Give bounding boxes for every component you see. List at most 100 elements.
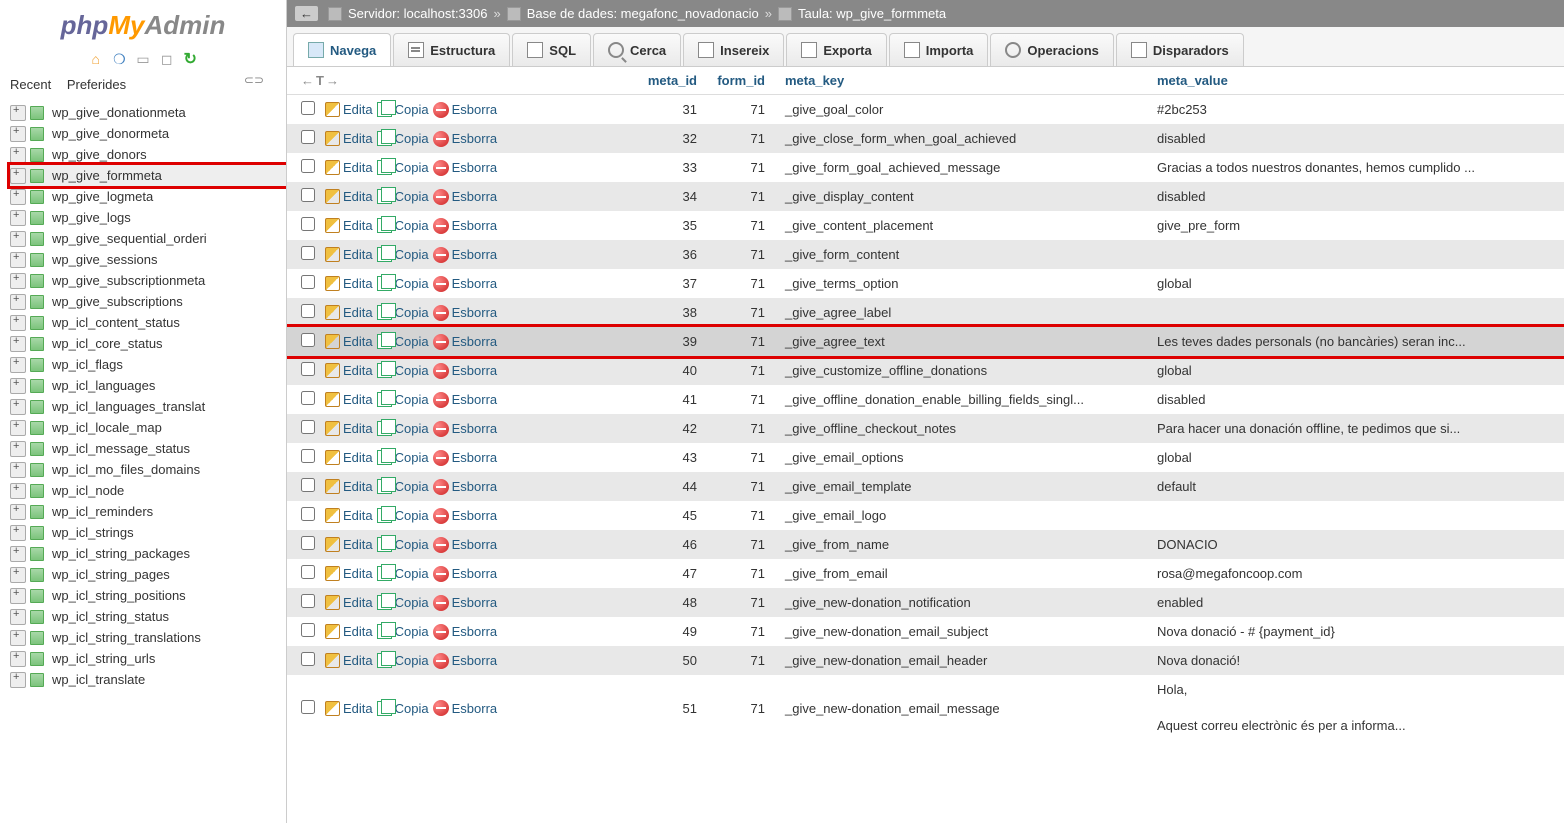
- breadcrumb-table[interactable]: Taula: wp_give_formmeta: [798, 6, 946, 21]
- copy-link[interactable]: Copia: [377, 624, 429, 639]
- edit-link[interactable]: Edita: [325, 363, 373, 378]
- row-checkbox[interactable]: [301, 217, 315, 231]
- row-checkbox[interactable]: [301, 159, 315, 173]
- tree-item[interactable]: wp_icl_core_status: [10, 333, 286, 354]
- tree-item[interactable]: wp_icl_message_status: [10, 438, 286, 459]
- row-checkbox[interactable]: [301, 652, 315, 666]
- row-checkbox[interactable]: [301, 333, 315, 347]
- settings-icon[interactable]: ◻: [159, 51, 175, 67]
- col-meta-key[interactable]: meta_key: [785, 73, 844, 88]
- row-checkbox[interactable]: [301, 304, 315, 318]
- tab-operations[interactable]: Operacions: [990, 33, 1114, 66]
- tree-item[interactable]: wp_icl_content_status: [10, 312, 286, 333]
- tree-item[interactable]: wp_icl_reminders: [10, 501, 286, 522]
- col-meta-value[interactable]: meta_value: [1157, 73, 1228, 88]
- tab-browse[interactable]: Navega: [293, 33, 391, 66]
- row-checkbox[interactable]: [301, 594, 315, 608]
- breadcrumb-database[interactable]: Base de dades: megafonc_novadonacio: [527, 6, 759, 21]
- copy-link[interactable]: Copia: [377, 653, 429, 668]
- tab-import[interactable]: Importa: [889, 33, 989, 66]
- tab-triggers[interactable]: Disparadors: [1116, 33, 1244, 66]
- delete-link[interactable]: Esborra: [433, 421, 498, 437]
- tree-item[interactable]: wp_give_subscriptions: [10, 291, 286, 312]
- edit-link[interactable]: Edita: [325, 218, 373, 233]
- delete-link[interactable]: Esborra: [433, 392, 498, 408]
- tab-sql[interactable]: SQL: [512, 33, 591, 66]
- row-checkbox[interactable]: [301, 420, 315, 434]
- delete-link[interactable]: Esborra: [433, 537, 498, 553]
- refresh-icon[interactable]: ↻: [182, 49, 198, 65]
- delete-link[interactable]: Esborra: [433, 508, 498, 524]
- tree-item[interactable]: wp_icl_strings: [10, 522, 286, 543]
- tree-item[interactable]: wp_give_donormeta: [10, 123, 286, 144]
- tree-item[interactable]: wp_icl_translate: [10, 669, 286, 690]
- tab-export[interactable]: Exporta: [786, 33, 886, 66]
- row-checkbox[interactable]: [301, 246, 315, 260]
- tab-search[interactable]: Cerca: [593, 33, 681, 66]
- tree-item[interactable]: wp_icl_languages_translat: [10, 396, 286, 417]
- edit-link[interactable]: Edita: [325, 653, 373, 668]
- copy-link[interactable]: Copia: [377, 701, 429, 716]
- edit-link[interactable]: Edita: [325, 508, 373, 523]
- copy-link[interactable]: Copia: [377, 276, 429, 291]
- help-icon[interactable]: ❍: [111, 51, 127, 67]
- edit-link[interactable]: Edita: [325, 131, 373, 146]
- delete-link[interactable]: Esborra: [433, 189, 498, 205]
- edit-link[interactable]: Edita: [325, 566, 373, 581]
- breadcrumb-server[interactable]: Servidor: localhost:3306: [348, 6, 487, 21]
- row-checkbox[interactable]: [301, 478, 315, 492]
- tree-item[interactable]: wp_give_subscriptionmeta: [10, 270, 286, 291]
- row-checkbox[interactable]: [301, 275, 315, 289]
- copy-link[interactable]: Copia: [377, 131, 429, 146]
- delete-link[interactable]: Esborra: [433, 160, 498, 176]
- sort-arrows-icon[interactable]: ←T→: [301, 73, 357, 88]
- tree-item[interactable]: wp_give_donationmeta: [10, 102, 286, 123]
- copy-link[interactable]: Copia: [377, 595, 429, 610]
- tree-item[interactable]: wp_icl_string_packages: [10, 543, 286, 564]
- copy-link[interactable]: Copia: [377, 537, 429, 552]
- link-icon[interactable]: ⊂⊃: [244, 73, 264, 87]
- delete-link[interactable]: Esborra: [433, 363, 498, 379]
- copy-link[interactable]: Copia: [377, 508, 429, 523]
- copy-link[interactable]: Copia: [377, 305, 429, 320]
- tree-item[interactable]: wp_icl_locale_map: [10, 417, 286, 438]
- logo[interactable]: phpMyAdmin: [0, 0, 286, 45]
- row-checkbox[interactable]: [301, 700, 315, 714]
- copy-link[interactable]: Copia: [377, 334, 429, 349]
- delete-link[interactable]: Esborra: [433, 276, 498, 292]
- edit-link[interactable]: Edita: [325, 479, 373, 494]
- col-form-id[interactable]: form_id: [717, 73, 765, 88]
- edit-link[interactable]: Edita: [325, 160, 373, 175]
- copy-link[interactable]: Copia: [377, 218, 429, 233]
- row-checkbox[interactable]: [301, 362, 315, 376]
- home-icon[interactable]: ⌂: [88, 51, 104, 67]
- tree-item[interactable]: wp_give_sequential_orderi: [10, 228, 286, 249]
- edit-link[interactable]: Edita: [325, 624, 373, 639]
- tree-item[interactable]: wp_icl_flags: [10, 354, 286, 375]
- tab-insert[interactable]: Insereix: [683, 33, 784, 66]
- tab-favorites[interactable]: Preferides: [67, 77, 126, 92]
- edit-link[interactable]: Edita: [325, 450, 373, 465]
- tree-item[interactable]: wp_icl_string_translations: [10, 627, 286, 648]
- row-checkbox[interactable]: [301, 623, 315, 637]
- tree-item[interactable]: wp_give_formmeta: [10, 165, 286, 186]
- copy-link[interactable]: Copia: [377, 392, 429, 407]
- delete-link[interactable]: Esborra: [433, 653, 498, 669]
- tree-item[interactable]: wp_icl_string_positions: [10, 585, 286, 606]
- copy-link[interactable]: Copia: [377, 247, 429, 262]
- copy-link[interactable]: Copia: [377, 421, 429, 436]
- delete-link[interactable]: Esborra: [433, 566, 498, 582]
- tree-item[interactable]: wp_icl_string_urls: [10, 648, 286, 669]
- edit-link[interactable]: Edita: [325, 701, 373, 716]
- row-checkbox[interactable]: [301, 507, 315, 521]
- row-checkbox[interactable]: [301, 130, 315, 144]
- delete-link[interactable]: Esborra: [433, 102, 498, 118]
- edit-link[interactable]: Edita: [325, 334, 373, 349]
- edit-link[interactable]: Edita: [325, 247, 373, 262]
- edit-link[interactable]: Edita: [325, 392, 373, 407]
- tree-item[interactable]: wp_give_sessions: [10, 249, 286, 270]
- copy-link[interactable]: Copia: [377, 102, 429, 117]
- edit-link[interactable]: Edita: [325, 276, 373, 291]
- tree-item[interactable]: wp_give_logmeta: [10, 186, 286, 207]
- edit-link[interactable]: Edita: [325, 537, 373, 552]
